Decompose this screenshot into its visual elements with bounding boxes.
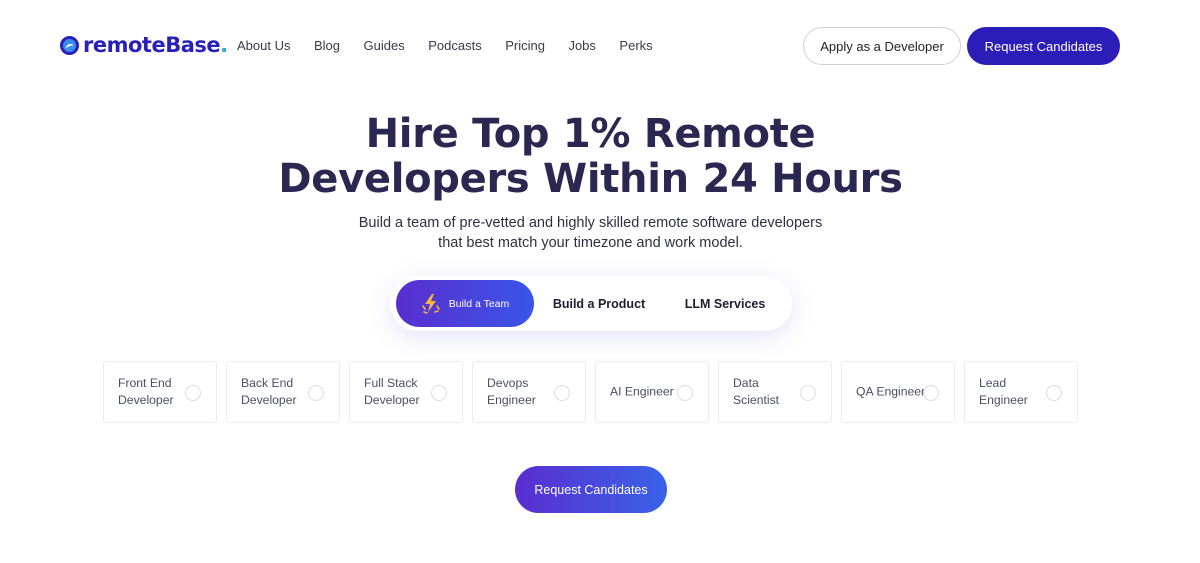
- tab-build-a-team[interactable]: Build a Team: [396, 280, 534, 327]
- role-label: Full Stack Developer: [364, 376, 420, 407]
- role-radio[interactable]: [800, 385, 816, 401]
- role-option[interactable]: Front End Developer: [103, 361, 217, 423]
- nav-pricing[interactable]: Pricing: [505, 38, 545, 53]
- hero-subtitle: Build a team of pre-vetted and highly sk…: [0, 214, 1181, 253]
- role-option[interactable]: Full Stack Developer: [349, 361, 463, 423]
- lightning-icon: [421, 293, 441, 315]
- role-option[interactable]: AI Engineer: [595, 361, 709, 423]
- hero-subtitle-line-2: that best match your timezone and work m…: [438, 234, 743, 251]
- role-radio[interactable]: [923, 385, 939, 401]
- logo-text: remoteBase: [83, 33, 221, 57]
- role-label: Data Scientist: [733, 376, 780, 407]
- hero-title: Hire Top 1% Remote Developers Within 24 …: [0, 112, 1181, 202]
- main-nav: About Us Blog Guides Podcasts Pricing Jo…: [237, 38, 676, 53]
- header-request-candidates-button[interactable]: Request Candidates: [967, 27, 1120, 65]
- logo-globe-icon: [60, 35, 79, 55]
- request-candidates-button[interactable]: Request Candidates: [515, 466, 667, 513]
- service-tabs: Build a Team Build a Product LLM Service…: [390, 276, 792, 331]
- role-radio[interactable]: [185, 385, 201, 401]
- role-label: Devops Engineer: [487, 376, 536, 407]
- apply-as-developer-button[interactable]: Apply as a Developer: [803, 27, 961, 65]
- role-option[interactable]: QA Engineer: [841, 361, 955, 423]
- site-header: remoteBase. About Us Blog Guides Podcast…: [0, 0, 1200, 92]
- tab-build-a-product[interactable]: Build a Product: [540, 280, 658, 327]
- hero-title-line-2: Developers Within 24 Hours: [278, 156, 903, 202]
- role-label: Front End Developer: [118, 376, 174, 407]
- nav-jobs[interactable]: Jobs: [568, 38, 595, 53]
- nav-about-us[interactable]: About Us: [237, 38, 290, 53]
- logo-dot: .: [220, 33, 229, 57]
- role-label: AI Engineer: [610, 384, 674, 399]
- nav-blog[interactable]: Blog: [314, 38, 340, 53]
- role-radio[interactable]: [431, 385, 447, 401]
- logo[interactable]: remoteBase.: [60, 33, 228, 57]
- role-option[interactable]: Data Scientist: [718, 361, 832, 423]
- nav-perks[interactable]: Perks: [619, 38, 652, 53]
- role-options: Front End Developer Back End Developer F…: [103, 361, 1078, 423]
- role-label: QA Engineer: [856, 384, 926, 399]
- role-option[interactable]: Devops Engineer: [472, 361, 586, 423]
- role-option[interactable]: Back End Developer: [226, 361, 340, 423]
- role-radio[interactable]: [677, 385, 693, 401]
- nav-guides[interactable]: Guides: [364, 38, 405, 53]
- tab-build-a-team-label: Build a Team: [448, 297, 510, 310]
- role-label: Back End Developer: [241, 376, 297, 407]
- hero-subtitle-line-1: Build a team of pre-vetted and highly sk…: [358, 215, 823, 231]
- role-option[interactable]: Lead Engineer: [964, 361, 1078, 423]
- hero-title-line-1: Hire Top 1% Remote: [365, 111, 816, 157]
- role-radio[interactable]: [1046, 385, 1062, 401]
- role-label: Lead Engineer: [979, 376, 1028, 407]
- role-radio[interactable]: [554, 385, 570, 401]
- role-radio[interactable]: [308, 385, 324, 401]
- tab-llm-services[interactable]: LLM Services: [670, 280, 780, 327]
- nav-podcasts[interactable]: Podcasts: [428, 38, 481, 53]
